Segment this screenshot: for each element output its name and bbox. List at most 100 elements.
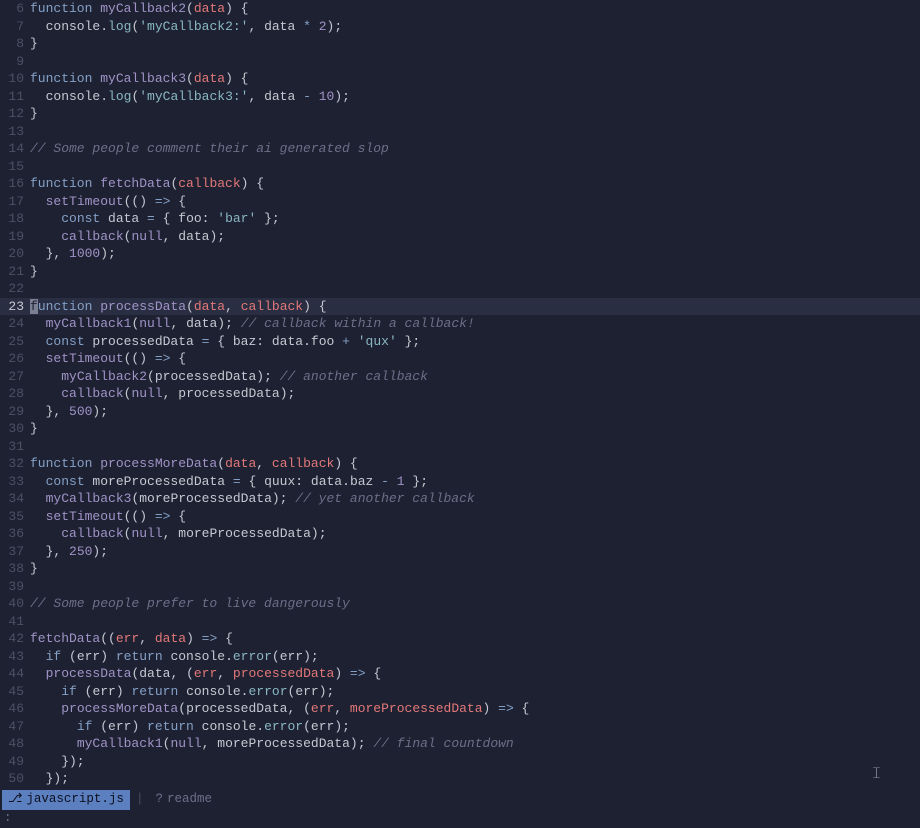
code-line[interactable]: 30} [0, 420, 920, 438]
code-line[interactable]: 45 if (err) return console.error(err); [0, 683, 920, 701]
line-content[interactable]: if (err) return console.error(err); [30, 683, 920, 701]
line-content[interactable]: } [30, 420, 920, 438]
line-content[interactable]: myCallback3(moreProcessedData); // yet a… [30, 490, 920, 508]
line-number: 47 [0, 718, 30, 736]
line-content[interactable]: } [30, 560, 920, 578]
code-line[interactable]: 31 [0, 438, 920, 456]
code-line[interactable]: 23function processData(data, callback) { [0, 298, 920, 316]
line-content[interactable]: console.log('myCallback3:', data - 10); [30, 88, 920, 106]
line-content[interactable]: function myCallback2(data) { [30, 0, 920, 18]
line-content[interactable]: const processedData = { baz: data.foo + … [30, 333, 920, 351]
line-content[interactable]: const data = { foo: 'bar' }; [30, 210, 920, 228]
code-line[interactable]: 19 callback(null, data); [0, 228, 920, 246]
code-line[interactable]: 43 if (err) return console.error(err); [0, 648, 920, 666]
line-content[interactable]: }, 500); [30, 403, 920, 421]
line-content[interactable]: if (err) return console.error(err); [30, 648, 920, 666]
line-content[interactable]: processMoreData(processedData, (err, mor… [30, 700, 920, 718]
code-line[interactable]: 41 [0, 613, 920, 631]
line-content[interactable]: } [30, 35, 920, 53]
line-content[interactable] [30, 438, 920, 456]
code-line[interactable]: 17 setTimeout(() => { [0, 193, 920, 211]
line-content[interactable] [30, 613, 920, 631]
code-line[interactable]: 40// Some people prefer to live dangerou… [0, 595, 920, 613]
code-line[interactable]: 33 const moreProcessedData = { quux: dat… [0, 473, 920, 491]
line-number: 7 [0, 18, 30, 36]
code-line[interactable]: 22 [0, 280, 920, 298]
code-line[interactable]: 21} [0, 263, 920, 281]
code-line[interactable]: 14// Some people comment their ai genera… [0, 140, 920, 158]
code-line[interactable]: 6function myCallback2(data) { [0, 0, 920, 18]
line-content[interactable]: }, 250); [30, 543, 920, 561]
code-line[interactable]: 29 }, 500); [0, 403, 920, 421]
line-content[interactable]: }); [30, 753, 920, 771]
line-content[interactable]: } [30, 105, 920, 123]
line-content[interactable] [30, 280, 920, 298]
line-content[interactable]: console.log('myCallback2:', data * 2); [30, 18, 920, 36]
code-line[interactable]: 12} [0, 105, 920, 123]
code-line[interactable]: 8} [0, 35, 920, 53]
tab-javascript[interactable]: ⎇ javascript.js [2, 790, 130, 810]
line-number: 33 [0, 473, 30, 491]
line-content[interactable]: myCallback1(null, data); // callback wit… [30, 315, 920, 333]
code-line[interactable]: 26 setTimeout(() => { [0, 350, 920, 368]
line-content[interactable]: function fetchData(callback) { [30, 175, 920, 193]
line-content[interactable]: // Some people prefer to live dangerousl… [30, 595, 920, 613]
code-line[interactable]: 7 console.log('myCallback2:', data * 2); [0, 18, 920, 36]
command-line[interactable]: : [0, 810, 920, 826]
line-content[interactable]: setTimeout(() => { [30, 350, 920, 368]
code-line[interactable]: 37 }, 250); [0, 543, 920, 561]
line-content[interactable]: setTimeout(() => { [30, 508, 920, 526]
code-line[interactable]: 49 }); [0, 753, 920, 771]
code-line[interactable]: 18 const data = { foo: 'bar' }; [0, 210, 920, 228]
code-line[interactable]: 10function myCallback3(data) { [0, 70, 920, 88]
line-content[interactable]: myCallback1(null, moreProcessedData); //… [30, 735, 920, 753]
code-line[interactable]: 27 myCallback2(processedData); // anothe… [0, 368, 920, 386]
code-area[interactable]: 6function myCallback2(data) {7 console.l… [0, 0, 920, 790]
line-content[interactable]: function myCallback3(data) { [30, 70, 920, 88]
code-line[interactable]: 48 myCallback1(null, moreProcessedData);… [0, 735, 920, 753]
line-content[interactable]: myCallback2(processedData); // another c… [30, 368, 920, 386]
line-content[interactable]: function processMoreData(data, callback)… [30, 455, 920, 473]
line-content[interactable]: processData(data, (err, processedData) =… [30, 665, 920, 683]
code-line[interactable]: 36 callback(null, moreProcessedData); [0, 525, 920, 543]
code-line[interactable]: 42fetchData((err, data) => { [0, 630, 920, 648]
line-content[interactable]: } [30, 263, 920, 281]
line-number: 14 [0, 140, 30, 158]
line-content[interactable]: // Some people comment their ai generate… [30, 140, 920, 158]
code-line[interactable]: 44 processData(data, (err, processedData… [0, 665, 920, 683]
line-content[interactable] [30, 53, 920, 71]
line-content[interactable]: setTimeout(() => { [30, 193, 920, 211]
code-line[interactable]: 34 myCallback3(moreProcessedData); // ye… [0, 490, 920, 508]
line-content[interactable]: callback(null, processedData); [30, 385, 920, 403]
line-number: 39 [0, 578, 30, 596]
line-number: 12 [0, 105, 30, 123]
line-content[interactable]: function processData(data, callback) { [30, 298, 920, 316]
code-line[interactable]: 46 processMoreData(processedData, (err, … [0, 700, 920, 718]
code-line[interactable]: 50 }); [0, 770, 920, 788]
line-content[interactable] [30, 158, 920, 176]
code-line[interactable]: 16function fetchData(callback) { [0, 175, 920, 193]
code-line[interactable]: 25 const processedData = { baz: data.foo… [0, 333, 920, 351]
code-line[interactable]: 24 myCallback1(null, data); // callback … [0, 315, 920, 333]
line-content[interactable]: callback(null, moreProcessedData); [30, 525, 920, 543]
code-line[interactable]: 15 [0, 158, 920, 176]
code-line[interactable]: 47 if (err) return console.error(err); [0, 718, 920, 736]
line-content[interactable]: callback(null, data); [30, 228, 920, 246]
line-content[interactable] [30, 578, 920, 596]
line-content[interactable]: }); [30, 770, 920, 788]
code-line[interactable]: 13 [0, 123, 920, 141]
line-content[interactable]: const moreProcessedData = { quux: data.b… [30, 473, 920, 491]
code-line[interactable]: 32function processMoreData(data, callbac… [0, 455, 920, 473]
code-line[interactable]: 38} [0, 560, 920, 578]
line-content[interactable] [30, 123, 920, 141]
tab-readme[interactable]: ? readme [149, 790, 218, 810]
line-content[interactable]: if (err) return console.error(err); [30, 718, 920, 736]
code-line[interactable]: 20 }, 1000); [0, 245, 920, 263]
code-line[interactable]: 39 [0, 578, 920, 596]
line-content[interactable]: fetchData((err, data) => { [30, 630, 920, 648]
code-line[interactable]: 9 [0, 53, 920, 71]
code-line[interactable]: 28 callback(null, processedData); [0, 385, 920, 403]
code-line[interactable]: 11 console.log('myCallback3:', data - 10… [0, 88, 920, 106]
code-line[interactable]: 35 setTimeout(() => { [0, 508, 920, 526]
line-content[interactable]: }, 1000); [30, 245, 920, 263]
